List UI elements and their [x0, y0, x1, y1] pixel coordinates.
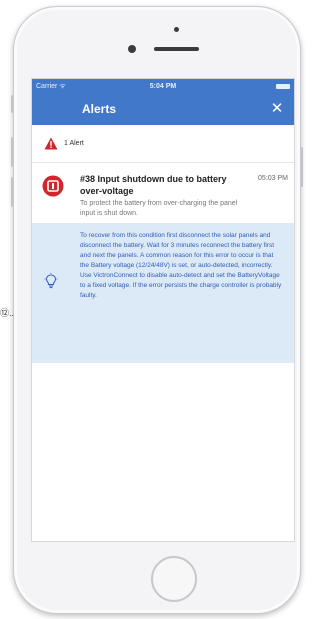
volume-up-button — [11, 137, 13, 167]
earpiece-speaker — [154, 47, 199, 51]
page-title: Alerts — [82, 102, 117, 116]
status-time: 5:04 PM — [149, 82, 177, 90]
lightbulb-icon — [44, 273, 58, 289]
alert-count-row: 1 Alert — [32, 125, 294, 163]
phone-screen: Carrier ᯤ 5:04 PM Alerts ✕ 1 Alert #38 I… — [31, 78, 295, 542]
status-bar: Carrier ᯤ 5:04 PM — [32, 79, 294, 93]
alert-time: 05:03 PM — [258, 175, 288, 182]
home-button[interactable] — [151, 556, 197, 602]
close-icon[interactable]: ✕ — [268, 99, 286, 117]
alert-count: 1 Alert — [64, 140, 84, 147]
page-fragment-text: ⑫.. — [0, 308, 15, 318]
sensor-dot — [174, 27, 179, 32]
help-text: To recover from this condition first dis… — [80, 232, 282, 299]
volume-down-button — [11, 177, 13, 207]
alert-description: To protect the battery from over-chargin… — [80, 200, 238, 217]
mute-switch — [11, 95, 13, 113]
navigation-bar: Alerts ✕ — [32, 93, 294, 125]
help-box: To recover from this condition first dis… — [32, 223, 294, 363]
power-button — [301, 147, 303, 187]
alert-title: #38 Input shutdown due to battery over-v… — [80, 174, 227, 196]
error-stop-icon — [42, 175, 64, 197]
alert-item[interactable]: #38 Input shutdown due to battery over-v… — [32, 163, 294, 223]
warning-triangle-icon — [44, 137, 58, 150]
front-camera — [128, 45, 136, 53]
